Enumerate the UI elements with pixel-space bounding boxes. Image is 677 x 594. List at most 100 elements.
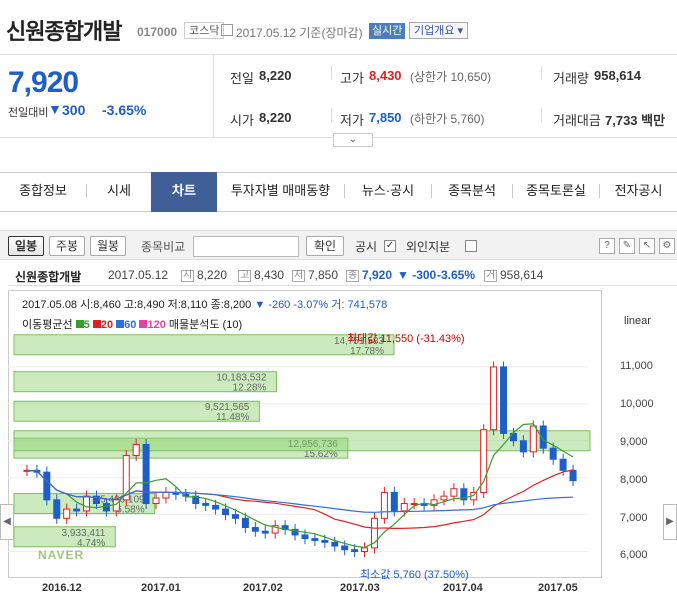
candle-body xyxy=(351,549,359,553)
naver-watermark: NAVER xyxy=(38,548,85,562)
y-tick: 8,000 xyxy=(620,474,648,486)
info-name: 신원종합개발 xyxy=(15,270,82,284)
candle-body xyxy=(490,366,498,431)
candle-body xyxy=(559,458,567,471)
upper-limit: (상한가 10,650) xyxy=(410,70,492,84)
tab-overview[interactable]: 종합정보 xyxy=(0,172,86,212)
scale-label[interactable]: linear xyxy=(624,315,651,327)
foreign-checkbox[interactable] xyxy=(465,240,477,252)
down-arrow-icon: ▼ xyxy=(48,101,62,117)
candle-body xyxy=(410,503,418,506)
y-tick: 11,000 xyxy=(620,360,653,372)
live-badge[interactable]: 실시간 xyxy=(369,23,406,39)
ma-legend: 이동평균선 5 20 60 120 매물분석도 (10) xyxy=(22,316,242,332)
y-tick: 10,000 xyxy=(620,398,654,410)
foreign-label: 외인지분 xyxy=(406,240,451,254)
stock-code: 017000 xyxy=(137,25,178,39)
tab-analysis[interactable]: 종목분석 xyxy=(432,172,512,212)
candle-body xyxy=(450,488,458,497)
tab-chart[interactable]: 차트 xyxy=(151,172,217,212)
price-chart[interactable]: 14,751,58317.78%10,183,53212.28%9,521,56… xyxy=(8,290,602,578)
chart-prev-button[interactable]: ◀ xyxy=(0,504,14,540)
low-label: 저가 xyxy=(340,113,364,128)
calendar-icon xyxy=(221,24,233,36)
info-date: 2017.05.12 xyxy=(108,268,169,282)
candle-body xyxy=(162,491,170,499)
tab-investor-trading[interactable]: 투자자별 매매동향 xyxy=(217,172,344,212)
change-label: 전일대비 xyxy=(8,107,49,119)
candle-body xyxy=(549,447,557,460)
info-low: 7,850 xyxy=(308,268,339,282)
divider xyxy=(331,108,332,122)
x-tick: 2017.02 xyxy=(243,582,283,594)
candle-body xyxy=(202,503,210,506)
prev-close-value: 8,220 xyxy=(259,68,292,83)
disclosure-label: 공시 xyxy=(355,240,378,254)
pen-icon[interactable]: ✎ xyxy=(619,238,635,254)
base-date: 2017.05.12 기준(장마감) xyxy=(236,26,363,40)
confirm-button[interactable]: 확인 xyxy=(306,236,344,256)
company-overview-label: 기업개요 xyxy=(414,25,455,37)
ma5-swatch xyxy=(75,320,84,328)
tab-discussion[interactable]: 종목토론실 xyxy=(513,172,599,212)
amount-value: 7,733 백만 xyxy=(605,113,666,128)
low-value: 7,850 xyxy=(369,110,402,125)
chart-next-button[interactable]: ▶ xyxy=(663,504,677,540)
divider xyxy=(541,66,542,80)
candle-body xyxy=(519,440,527,453)
candle-body xyxy=(53,499,61,519)
volume-value: 958,614 xyxy=(594,68,641,83)
info-close-tag: 종 xyxy=(346,270,360,282)
volume-profile-pct: 17.78% xyxy=(350,346,384,357)
compare-input[interactable] xyxy=(193,236,299,257)
candle-body xyxy=(132,443,140,457)
daily-button[interactable]: 일봉 xyxy=(8,236,44,256)
expand-button[interactable]: ⌄ xyxy=(333,133,373,147)
info-volume-tag: 거 xyxy=(484,270,498,282)
ma-title: 이동평균선 xyxy=(22,319,73,331)
tab-disclosure[interactable]: 전자공시 xyxy=(600,172,677,212)
candle-body xyxy=(222,508,230,516)
candle-body xyxy=(261,530,269,534)
prev-close-label: 전일 xyxy=(230,71,254,86)
info-close: 7,920 xyxy=(362,268,393,282)
ma20-label: 20 xyxy=(100,319,114,331)
candle-body xyxy=(301,534,309,540)
disclosure-checkbox[interactable]: ✓ xyxy=(384,240,396,252)
x-tick: 2017.05 xyxy=(538,582,578,594)
chart-ohlc-text: 2017.05.08 시:8,460 고:8,490 저:8,110 종:8,2… xyxy=(22,299,252,311)
info-open-tag: 시 xyxy=(181,270,195,282)
info-low-tag: 저 xyxy=(292,270,306,282)
help-icon[interactable]: ? xyxy=(599,238,615,254)
candle-body xyxy=(142,443,150,505)
lower-limit: (하한가 5,760) xyxy=(410,112,485,126)
candle-body xyxy=(83,495,91,512)
candle-body xyxy=(529,425,537,453)
settings-icon[interactable]: ⚙ xyxy=(659,238,675,254)
candle-body xyxy=(231,514,239,519)
compare-label: 종목비교 xyxy=(141,240,186,254)
candle-body xyxy=(500,366,508,434)
candle-body xyxy=(311,538,319,541)
change-percent: -3.65% xyxy=(102,102,147,118)
divider xyxy=(331,66,332,80)
chart-ohlc: 2017.05.08 시:8,460 고:8,490 저:8,110 종:8,2… xyxy=(22,296,387,312)
candle-body xyxy=(390,491,398,512)
candle-body xyxy=(440,495,448,501)
company-overview-button[interactable]: 기업개요 ▾ xyxy=(409,22,469,39)
ma60-label: 60 xyxy=(124,319,137,331)
tab-news[interactable]: 뉴스·공시 xyxy=(345,172,431,212)
candle-body xyxy=(400,503,408,512)
ma60-swatch xyxy=(116,320,125,328)
chart-ohlc-change: ▼ -260 -3.07% 거: 741,578 xyxy=(254,299,388,311)
monthly-button[interactable]: 월봉 xyxy=(90,236,126,256)
candle-body xyxy=(361,547,369,553)
vp-title: 매물분석도 (10) xyxy=(168,319,243,331)
candle-body xyxy=(102,503,110,512)
y-tick: 6,000 xyxy=(620,549,648,561)
cursor-icon[interactable]: ↖ xyxy=(639,238,655,254)
weekly-button[interactable]: 주봉 xyxy=(49,236,85,256)
volume-profile-pct: 12.28% xyxy=(233,383,267,394)
tab-quotes[interactable]: 시세 xyxy=(87,172,151,212)
change-value: 300 xyxy=(62,102,86,118)
